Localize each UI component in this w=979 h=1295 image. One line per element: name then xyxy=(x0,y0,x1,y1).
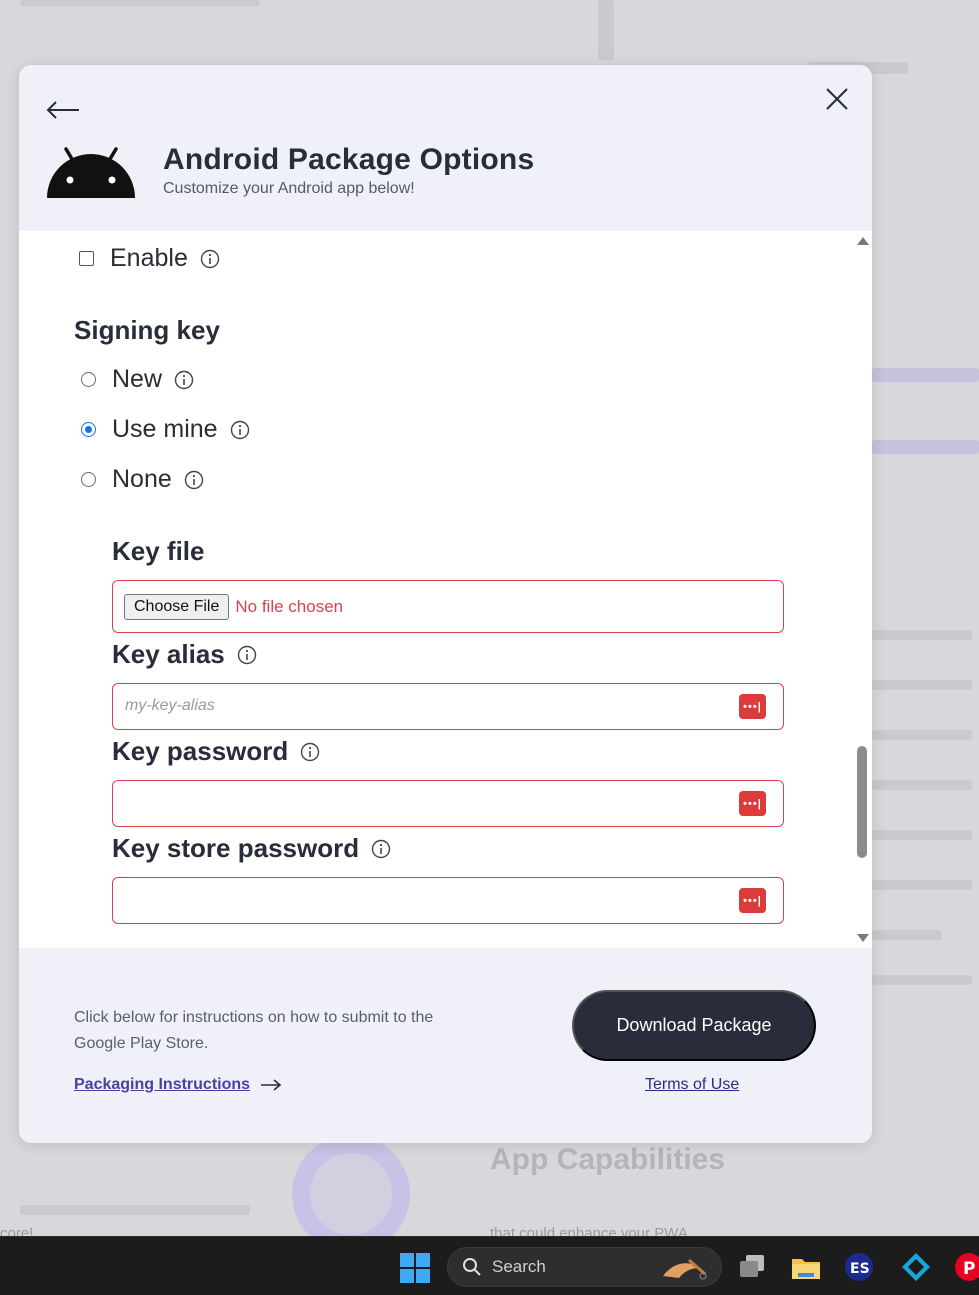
key-alias-field: •••| xyxy=(112,683,784,730)
radio-label-use-mine: Use mine xyxy=(112,415,218,443)
key-file-label-text: Key file xyxy=(112,536,205,566)
modal-title: Android Package Options xyxy=(163,143,535,176)
key-store-password-label-text: Key store password xyxy=(112,833,360,863)
background-circle-graphic xyxy=(292,1135,410,1236)
es-app-icon[interactable]: ES xyxy=(843,1251,875,1283)
submission-instructions-text: Click below for instructions on how to s… xyxy=(74,1009,434,1052)
background-heading: App Capabilities xyxy=(490,1143,726,1176)
radio-none[interactable] xyxy=(81,472,96,487)
task-view-icon[interactable] xyxy=(736,1251,768,1283)
key-file-field: Choose File No file chosen xyxy=(112,580,784,633)
key-alias-label: Key alias xyxy=(112,639,257,670)
background-bar xyxy=(872,780,972,790)
signing-option-use-mine[interactable]: Use mine xyxy=(81,415,250,444)
packaging-instructions-label: Packaging Instructions xyxy=(74,1076,251,1093)
info-icon[interactable] xyxy=(371,839,391,859)
scrollbar-thumb[interactable] xyxy=(857,746,867,858)
scroll-up-arrow-icon[interactable] xyxy=(857,237,869,245)
background-bar xyxy=(872,930,942,940)
background-bar xyxy=(20,1205,250,1215)
key-password-label: Key password xyxy=(112,736,320,767)
info-icon[interactable] xyxy=(230,420,250,440)
key-alias-label-text: Key alias xyxy=(112,639,225,669)
info-icon[interactable] xyxy=(200,249,220,269)
background-bar xyxy=(872,880,972,890)
arrow-right-icon xyxy=(261,1079,282,1091)
close-icon xyxy=(826,88,848,110)
key-password-input[interactable] xyxy=(125,781,725,825)
svg-text:ES: ES xyxy=(850,1261,870,1277)
close-button[interactable] xyxy=(823,85,851,113)
background-bar xyxy=(872,975,972,985)
background-text: that could enhance your PWA xyxy=(490,1225,688,1236)
search-highlight-icon xyxy=(663,1258,707,1280)
kodi-icon[interactable] xyxy=(900,1251,932,1283)
taskbar: Search ES P xyxy=(0,1236,979,1295)
info-icon[interactable] xyxy=(237,645,257,665)
enable-option[interactable]: Enable xyxy=(79,244,220,273)
password-manager-icon[interactable]: •••| xyxy=(739,888,766,913)
android-icon xyxy=(47,147,135,198)
android-package-modal: Android Package Options Customize your A… xyxy=(19,65,872,1143)
modal-footer: Click below for instructions on how to s… xyxy=(19,948,872,1143)
key-store-password-label: Key store password xyxy=(112,833,391,864)
scrollbar[interactable] xyxy=(854,231,872,948)
signing-option-new[interactable]: New xyxy=(81,365,194,394)
search-icon xyxy=(463,1258,481,1276)
info-icon[interactable] xyxy=(300,742,320,762)
modal-body-scroll-area: Enable Signing key New Use mine None Key… xyxy=(19,231,872,948)
info-icon[interactable] xyxy=(174,370,194,390)
password-manager-icon[interactable]: •••| xyxy=(739,694,766,719)
key-store-password-field: •••| xyxy=(112,877,784,924)
key-alias-input[interactable] xyxy=(125,684,725,728)
choose-file-button[interactable]: Choose File xyxy=(124,593,230,620)
download-package-button[interactable]: Download Package xyxy=(572,990,816,1061)
enable-label: Enable xyxy=(110,244,188,272)
scroll-down-arrow-icon[interactable] xyxy=(857,934,869,942)
modal-header: Android Package Options Customize your A… xyxy=(19,65,872,231)
key-file-label: Key file xyxy=(112,536,205,567)
background-text: core! xyxy=(0,1225,34,1236)
taskbar-search[interactable]: Search xyxy=(447,1247,722,1287)
background-bar xyxy=(20,0,260,6)
background-bar xyxy=(872,680,972,690)
modal-subtitle: Customize your Android app below! xyxy=(163,180,415,197)
arrow-left-icon xyxy=(46,101,79,119)
background-bar xyxy=(598,0,614,60)
svg-text:P: P xyxy=(963,1259,975,1279)
background-bar xyxy=(872,368,979,382)
search-label: Search xyxy=(492,1257,546,1276)
background-bar xyxy=(872,830,972,840)
radio-use-mine[interactable] xyxy=(81,422,96,437)
background-bar xyxy=(872,630,972,640)
password-manager-icon[interactable]: •••| xyxy=(739,791,766,816)
radio-label-none: None xyxy=(112,465,172,493)
key-password-field: •••| xyxy=(112,780,784,827)
key-password-label-text: Key password xyxy=(112,736,289,766)
background-bar xyxy=(872,440,979,454)
radio-label-new: New xyxy=(112,365,163,393)
back-button[interactable] xyxy=(45,95,81,125)
background-bar xyxy=(872,730,972,740)
windows-start-icon[interactable] xyxy=(400,1253,430,1283)
pinterest-icon[interactable]: P xyxy=(953,1251,979,1283)
packaging-instructions-link[interactable]: Packaging Instructions xyxy=(74,1076,282,1094)
terms-of-use-link[interactable]: Terms of Use xyxy=(645,1076,739,1094)
enable-checkbox[interactable] xyxy=(79,251,94,266)
file-status-text: No file chosen xyxy=(235,596,344,616)
key-store-password-input[interactable] xyxy=(125,878,725,922)
info-icon[interactable] xyxy=(184,470,204,490)
radio-new[interactable] xyxy=(81,372,96,387)
signing-option-none[interactable]: None xyxy=(81,465,204,494)
file-explorer-icon[interactable] xyxy=(790,1251,822,1283)
signing-key-title: Signing key xyxy=(74,315,220,345)
